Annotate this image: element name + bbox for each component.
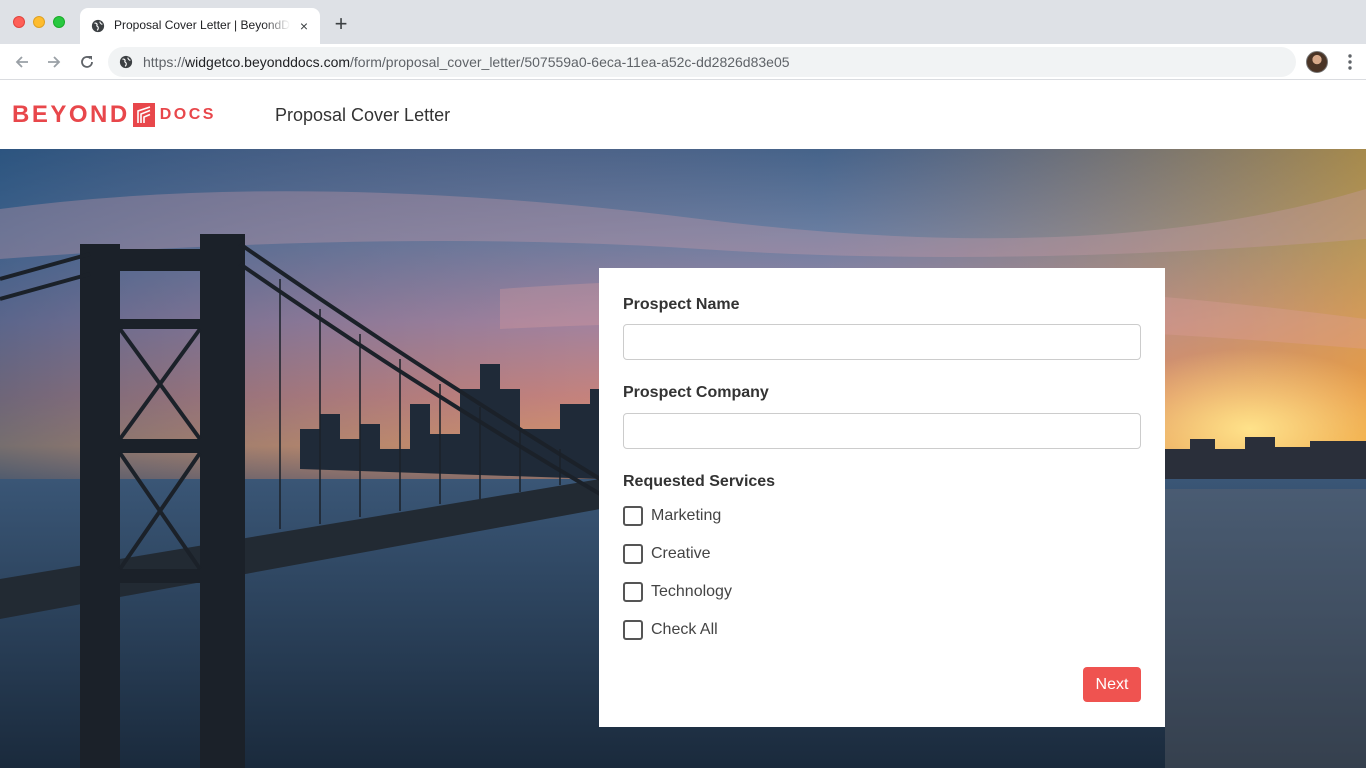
proposal-form-card: Prospect Name Prospect Company Requested… xyxy=(599,268,1165,727)
app-header: BEYOND DOCS Proposal Cover Letter xyxy=(0,81,1366,149)
globe-icon xyxy=(91,19,105,33)
logo-mark-icon xyxy=(132,103,155,127)
logo-wordmark-docs: DOCS xyxy=(159,106,216,123)
profile-avatar[interactable] xyxy=(1306,51,1328,73)
check-all-label[interactable]: Check All xyxy=(651,621,718,639)
service-option-creative[interactable]: Creative xyxy=(623,543,711,565)
technology-label[interactable]: Technology xyxy=(651,583,732,601)
prospect-name-label: Prospect Name xyxy=(623,296,740,313)
page-title: Proposal Cover Letter xyxy=(275,105,451,125)
globe-icon xyxy=(119,55,133,69)
back-arrow-icon[interactable] xyxy=(12,52,32,72)
prospect-company-input[interactable] xyxy=(623,413,1141,449)
browser-tabstrip: Proposal Cover Letter | BeyondDocs × + xyxy=(0,0,1366,44)
creative-checkbox[interactable] xyxy=(623,544,643,564)
prospect-company-label: Prospect Company xyxy=(623,384,769,401)
maximize-window-button[interactable] xyxy=(53,16,65,28)
service-option-technology[interactable]: Technology xyxy=(623,581,732,603)
technology-checkbox[interactable] xyxy=(623,582,643,602)
creative-label[interactable]: Creative xyxy=(651,545,711,563)
prospect-name-input[interactable] xyxy=(623,324,1141,360)
browser-toolbar: https://widgetco.beyonddocs.com/form/pro… xyxy=(0,44,1366,80)
more-vert-icon[interactable] xyxy=(1340,52,1360,72)
tab-close-icon[interactable]: × xyxy=(296,18,312,34)
reload-icon[interactable] xyxy=(77,52,97,72)
next-button[interactable]: Next xyxy=(1083,667,1141,702)
minimize-window-button[interactable] xyxy=(33,16,45,28)
close-window-button[interactable] xyxy=(13,16,25,28)
service-option-check-all[interactable]: Check All xyxy=(623,619,718,641)
check-all-checkbox[interactable] xyxy=(623,620,643,640)
service-option-marketing[interactable]: Marketing xyxy=(623,505,721,527)
forward-arrow-icon[interactable] xyxy=(44,52,64,72)
requested-services-label: Requested Services xyxy=(623,473,776,490)
logo-wordmark-beyond: BEYOND xyxy=(12,101,130,128)
address-bar[interactable]: https://widgetco.beyonddocs.com/form/pro… xyxy=(108,47,1296,77)
browser-tab[interactable]: Proposal Cover Letter | BeyondDocs × xyxy=(80,8,320,44)
marketing-label[interactable]: Marketing xyxy=(651,507,721,525)
beyonddocs-logo[interactable]: BEYOND DOCS xyxy=(12,101,216,128)
new-tab-icon[interactable]: + xyxy=(331,13,351,35)
marketing-checkbox[interactable] xyxy=(623,506,643,526)
url-text: https://widgetco.beyonddocs.com/form/pro… xyxy=(143,54,790,70)
tab-title: Proposal Cover Letter | BeyondDocs xyxy=(114,18,290,32)
